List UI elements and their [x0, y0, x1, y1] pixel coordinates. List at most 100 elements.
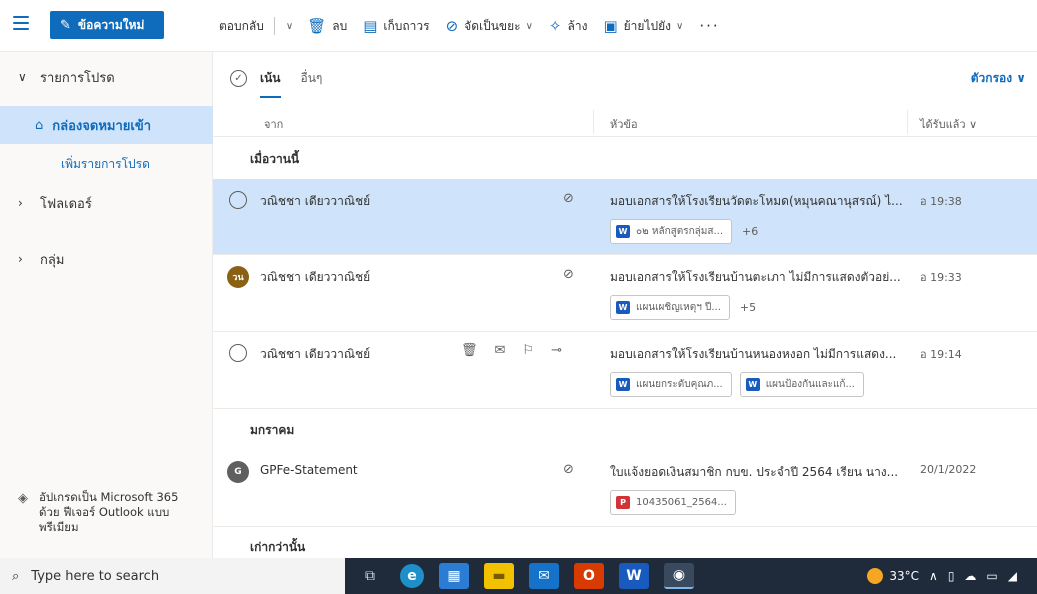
junk-button[interactable]: ⊘ จัดเป็นขยะ ∨: [446, 17, 533, 36]
row-quick-actions: 🗑 ✉ ⚐ ⊸: [461, 343, 579, 358]
groups-label: กลุ่ม: [40, 252, 65, 268]
volume-icon[interactable]: ◢: [1008, 569, 1017, 583]
add-favorite-link[interactable]: เพิ่มรายการโปรด: [0, 152, 213, 176]
windows-taskbar: ⌕ Type here to search ⧉ e ▦ ▬ ✉ O W ◉ 33…: [0, 558, 1037, 594]
email-row[interactable]: วณิชชา เดียววาณิชย์ ⊘ มอบเอกสารให้โรงเรี…: [213, 179, 1037, 255]
column-divider: [907, 110, 908, 134]
select-all-checkbox[interactable]: ✓: [230, 69, 247, 87]
chevron-down-icon: ∨: [675, 20, 684, 32]
attachment-name: แผนเผชิญเหตุฯ ปี...: [636, 302, 721, 313]
battery-icon[interactable]: ▯: [948, 569, 955, 583]
tab-focused[interactable]: เน้น: [260, 63, 281, 98]
email-row[interactable]: วณิชชา เดียววาณิชย์ 🗑 ✉ ⚐ ⊸ มอบเอกสารให้…: [213, 332, 1037, 409]
reply-button[interactable]: ตอบกลับ: [219, 17, 264, 36]
diamond-icon: ◈: [18, 491, 28, 506]
cloud-icon[interactable]: ☁: [964, 569, 976, 583]
reply-options-button[interactable]: ∨: [281, 21, 293, 32]
attachment-name: 10435061_2564...: [636, 497, 727, 508]
select-checkbox[interactable]: [229, 191, 247, 209]
email-row[interactable]: วน วณิชชา เดียววาณิชย์ ⊘ มอบเอกสารให้โรง…: [213, 255, 1037, 332]
attachment-list: W แผนเผชิญเหตุฯ ปี... +5: [610, 295, 756, 320]
email-subject: มอบเอกสารให้โรงเรียนวัดตะโหมด(หมุนคณานุส…: [610, 194, 903, 208]
store-icon[interactable]: ▦: [439, 563, 469, 589]
section-header-older: เก่ากว่านั้น: [250, 540, 306, 554]
column-received[interactable]: ได้รับแล้ว ∨: [920, 115, 977, 133]
network-icon[interactable]: ▭: [986, 569, 997, 583]
flag-icon[interactable]: ⚐: [522, 343, 534, 358]
folder-move-icon: ▣: [603, 17, 618, 35]
tab-other[interactable]: อื่นๆ: [301, 63, 323, 93]
chevron-right-icon: ›: [18, 196, 23, 210]
sweep-label: ล้าง: [567, 18, 588, 33]
email-subject: มอบเอกสารให้โรงเรียนบ้านหนองหงอก ไม่มีกา…: [610, 347, 897, 361]
avatar: G: [227, 461, 249, 483]
attachment-chip[interactable]: W ๐๒ หลักสูตรกลุ่มส...: [610, 219, 733, 244]
pdf-file-icon: P: [616, 496, 630, 509]
toolbar: ตอบกลับ ∨ 🗑 ลบ ▤ เก็บถาวร ⊘ จัดเป็นขยะ ∨…: [219, 0, 720, 52]
more-attachments[interactable]: +6: [742, 225, 758, 238]
mail-app-icon[interactable]: ✉: [529, 563, 559, 589]
search-placeholder: Type here to search: [31, 568, 160, 584]
delete-button[interactable]: 🗑 ลบ: [307, 17, 347, 36]
groups-group[interactable]: › กลุ่ม: [0, 246, 213, 272]
weather-icon[interactable]: [867, 568, 884, 584]
trash-icon[interactable]: 🗑: [461, 343, 478, 358]
move-label: ย้ายไปยัง: [623, 18, 671, 33]
inbox-pivot: ✓ เน้น อื่นๆ: [230, 63, 342, 98]
column-header: จาก หัวข้อ ได้รับแล้ว ∨: [213, 107, 1037, 137]
attachment-chip[interactable]: P 10435061_2564...: [610, 490, 736, 515]
chevron-down-icon: ∨: [285, 20, 294, 32]
favorites-label: รายการโปรด: [40, 70, 115, 86]
folders-group[interactable]: › โฟลเดอร์: [0, 190, 213, 216]
email-date: 20/1/2022: [920, 463, 977, 476]
task-view-icon[interactable]: ⧉: [355, 563, 385, 589]
search-icon: ⌕: [12, 568, 20, 584]
email-sender: วณิชชา เดียววาณิชย์: [260, 270, 371, 284]
email-subject: ใบแจ้งยอดเงินสมาชิก กบข. ประจำปี 2564 เร…: [610, 465, 899, 479]
file-explorer-icon[interactable]: ▬: [484, 563, 514, 589]
attachment-list: P 10435061_2564...: [610, 490, 744, 515]
attachment-chip[interactable]: W แผนยกระดับคุณภ...: [610, 372, 732, 397]
column-subject[interactable]: หัวข้อ: [610, 115, 638, 133]
filter-button[interactable]: ตัวกรอง ∨: [971, 69, 1026, 88]
select-checkbox[interactable]: [229, 344, 247, 362]
sidebar-item-inbox[interactable]: ⌂ กล่องจดหมายเข้า: [0, 106, 213, 144]
trash-icon: 🗑: [307, 17, 327, 35]
hamburger-menu-icon[interactable]: [13, 16, 29, 30]
upgrade-banner[interactable]: ◈ อัปเกรดเป็น Microsoft 365 ด้วย ฟีเจอร์…: [18, 490, 198, 535]
office-icon[interactable]: O: [574, 563, 604, 589]
word-app-icon[interactable]: W: [619, 563, 649, 589]
email-sender: วณิชชา เดียววาณิชย์: [260, 194, 371, 208]
taskbar-apps: ⧉ e ▦ ▬ ✉ O W ◉: [355, 558, 709, 594]
mail-icon[interactable]: ✉: [495, 343, 506, 358]
new-message-button[interactable]: ✎ ข้อความใหม่: [50, 11, 164, 39]
chrome-icon[interactable]: ◉: [664, 563, 694, 589]
chevron-up-icon[interactable]: ∧: [929, 569, 938, 583]
paperclip-icon: ⊘: [563, 191, 574, 206]
email-date: อ 19:38: [920, 195, 962, 208]
more-attachments[interactable]: +5: [740, 301, 756, 314]
section-header-yesterday: เมื่อวานนี้: [250, 152, 300, 166]
email-row[interactable]: G GPFe-Statement ⊘ ใบแจ้งยอดเงินสมาชิก ก…: [213, 450, 1037, 527]
folder-pane: ∨ รายการโปรด ⌂ กล่องจดหมายเข้า เพิ่มรายก…: [0, 52, 213, 558]
more-actions-button[interactable]: ···: [699, 17, 719, 35]
move-to-button[interactable]: ▣ ย้ายไปยัง ∨: [603, 17, 683, 36]
new-message-label: ข้อความใหม่: [77, 17, 145, 32]
paperclip-icon: ⊘: [563, 462, 574, 477]
attachment-name: ๐๒ หลักสูตรกลุ่มส...: [636, 226, 724, 237]
email-date: อ 19:14: [920, 348, 962, 361]
junk-label: จัดเป็นขยะ: [464, 18, 521, 33]
taskbar-search[interactable]: ⌕ Type here to search: [0, 558, 345, 594]
column-from[interactable]: จาก: [264, 115, 283, 133]
attachment-chip[interactable]: W แผนเผชิญเหตุฯ ปี...: [610, 295, 730, 320]
attachment-chip[interactable]: W แผนป้องกันและแก้...: [739, 372, 864, 397]
temperature[interactable]: 33°C: [889, 569, 919, 583]
sweep-button[interactable]: ✧ ล้าง: [549, 17, 588, 36]
favorites-group[interactable]: ∨ รายการโปรด: [0, 64, 213, 90]
word-file-icon: W: [745, 378, 760, 391]
edge-icon[interactable]: e: [400, 564, 424, 588]
email-subject: มอบเอกสารให้โรงเรียนบ้านตะเภา ไม่มีการแส…: [610, 270, 901, 284]
pin-icon[interactable]: ⊸: [551, 343, 562, 358]
column-divider: [593, 110, 594, 134]
archive-button[interactable]: ▤ เก็บถาวร: [363, 17, 429, 36]
